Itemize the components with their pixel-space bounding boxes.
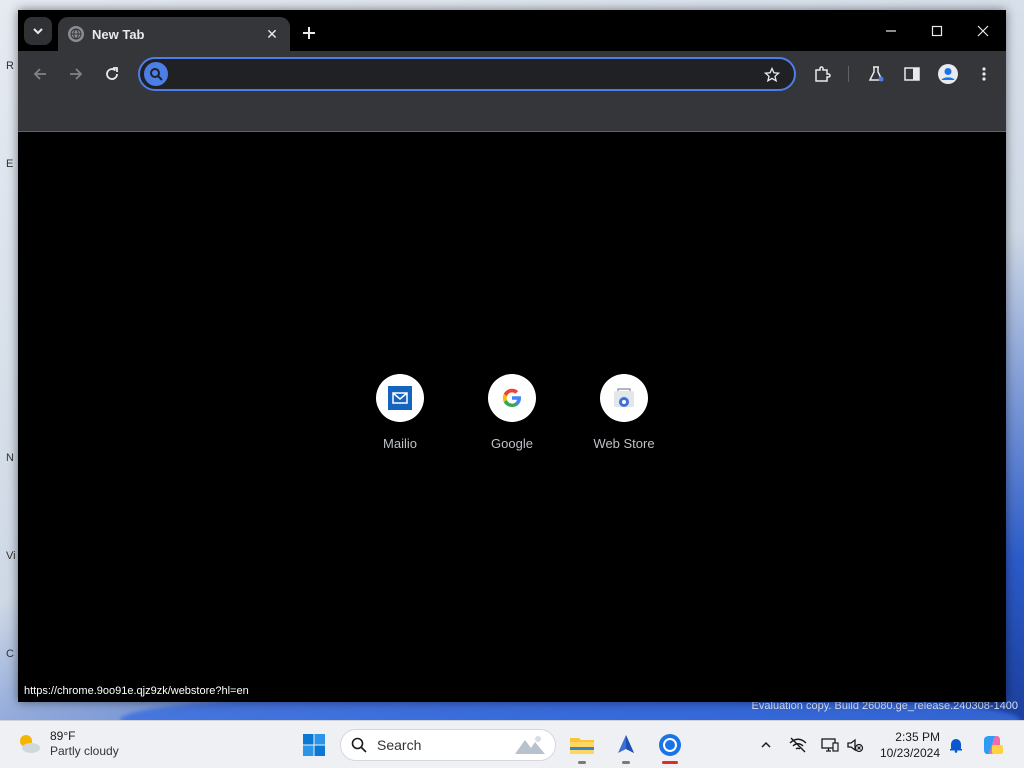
shortcut-label: Web Store [593, 436, 655, 451]
tab-strip: New Tab ✕ [18, 10, 1006, 51]
network-disconnected-icon [789, 737, 807, 753]
chrome-icon [659, 734, 681, 756]
web-store-icon [614, 388, 634, 407]
tray-display-button[interactable] [818, 733, 842, 757]
maximize-button[interactable] [914, 16, 960, 46]
shortcut-icon-circle [376, 374, 424, 422]
shortcut-label: Mailio [383, 436, 417, 451]
forward-button[interactable] [62, 60, 90, 88]
toolbar-divider [848, 66, 849, 82]
bookmark-star-icon[interactable] [762, 65, 782, 85]
tab-new-tab[interactable]: New Tab ✕ [58, 17, 290, 51]
close-window-button[interactable] [960, 16, 1006, 46]
profile-icon [938, 64, 958, 84]
taskbar-file-explorer[interactable] [566, 729, 598, 764]
minimize-icon [886, 30, 896, 32]
reload-icon [106, 67, 118, 80]
clock-date: 10/23/2024 [879, 746, 940, 760]
search-highlight-icon [515, 736, 545, 754]
taskbar-app[interactable] [610, 729, 642, 764]
tray-network-button[interactable] [786, 733, 810, 757]
side-panel-button[interactable] [900, 62, 924, 86]
globe-icon [68, 26, 84, 42]
address-bar[interactable] [138, 57, 796, 91]
notifications-button[interactable] [944, 733, 968, 757]
puzzle-icon [815, 66, 831, 82]
menu-button[interactable] [972, 62, 996, 86]
extensions-button[interactable] [810, 62, 834, 86]
shortcut-label: Google [491, 436, 533, 451]
profile-button[interactable] [936, 62, 960, 86]
more-vert-icon [982, 67, 986, 81]
windows-start-icon [303, 734, 325, 756]
chevron-up-icon [761, 741, 771, 748]
display-icon [821, 738, 839, 752]
back-button[interactable] [26, 60, 54, 88]
taskbar: 89°F Partly cloudy Search 2:35 PM 10/23/… [0, 720, 1024, 768]
close-tab-icon[interactable]: ✕ [264, 26, 280, 43]
tray-volume-button[interactable] [843, 733, 867, 757]
bookmarks-bar [18, 97, 1006, 132]
weather-widget[interactable]: 89°F Partly cloudy [16, 729, 119, 759]
close-icon [977, 25, 989, 37]
toolbar [18, 51, 1006, 97]
copilot-button[interactable] [980, 733, 1004, 757]
file-explorer-icon [570, 738, 594, 754]
taskbar-chrome[interactable] [654, 729, 686, 764]
reload-button[interactable] [98, 60, 126, 88]
tab-title: New Tab [92, 26, 145, 42]
side-panel-icon [904, 67, 920, 81]
arrow-right-icon [70, 68, 83, 80]
google-icon [502, 388, 521, 407]
arrow-left-icon [33, 68, 46, 80]
plus-icon [303, 27, 315, 39]
minimize-button[interactable] [868, 16, 914, 46]
taskbar-clock[interactable]: 2:35 PM 10/23/2024 [878, 729, 940, 761]
taskbar-search-label: Search [377, 737, 422, 753]
shortcut-google[interactable]: Google [464, 374, 560, 464]
shortcut-icon-circle [488, 374, 536, 422]
labs-button[interactable] [864, 62, 888, 86]
desktop-icon-label: R [6, 60, 14, 72]
partly-cloudy-icon [20, 735, 40, 753]
address-input[interactable] [174, 63, 754, 85]
running-indicator [622, 761, 630, 764]
show-hidden-icons-button[interactable] [754, 733, 778, 757]
maximize-icon [931, 25, 943, 37]
start-button[interactable] [298, 729, 330, 761]
chevron-down-icon [33, 28, 43, 35]
flask-icon [868, 66, 884, 82]
clock-time: 2:35 PM [895, 730, 940, 744]
shortcut-mailio[interactable]: Mailio [352, 374, 448, 464]
desktop-icon-label: C [6, 648, 14, 660]
desktop-icon-label: E [6, 158, 14, 170]
search-icon [144, 62, 168, 86]
shortcut-web-store[interactable]: Web Store [576, 374, 672, 464]
shortcut-icon-circle [600, 374, 648, 422]
active-indicator [662, 761, 678, 764]
weather-temperature: 89°F [50, 729, 76, 743]
bell-icon [950, 739, 962, 753]
browser-window: New Tab ✕ Mailio Google Web Store https:… [18, 10, 1006, 702]
search-icon [351, 737, 367, 753]
status-bubble-url: https://chrome.9oo91e.qjz9zk/webstore?hl… [18, 682, 255, 702]
tab-search-button[interactable] [24, 17, 52, 45]
desktop-icon-label: N [6, 452, 14, 464]
taskbar-search-box[interactable]: Search [340, 729, 556, 761]
new-tab-page: Mailio Google Web Store https://chrome.9… [18, 132, 1006, 702]
weather-description: Partly cloudy [50, 744, 119, 758]
desktop-icon-label: Vi [6, 550, 16, 562]
volume-muted-icon [847, 738, 864, 753]
mail-icon [388, 386, 412, 410]
copilot-icon [984, 736, 1003, 754]
running-indicator [578, 761, 586, 764]
app-icon [618, 735, 634, 753]
new-tab-button[interactable] [296, 20, 322, 46]
